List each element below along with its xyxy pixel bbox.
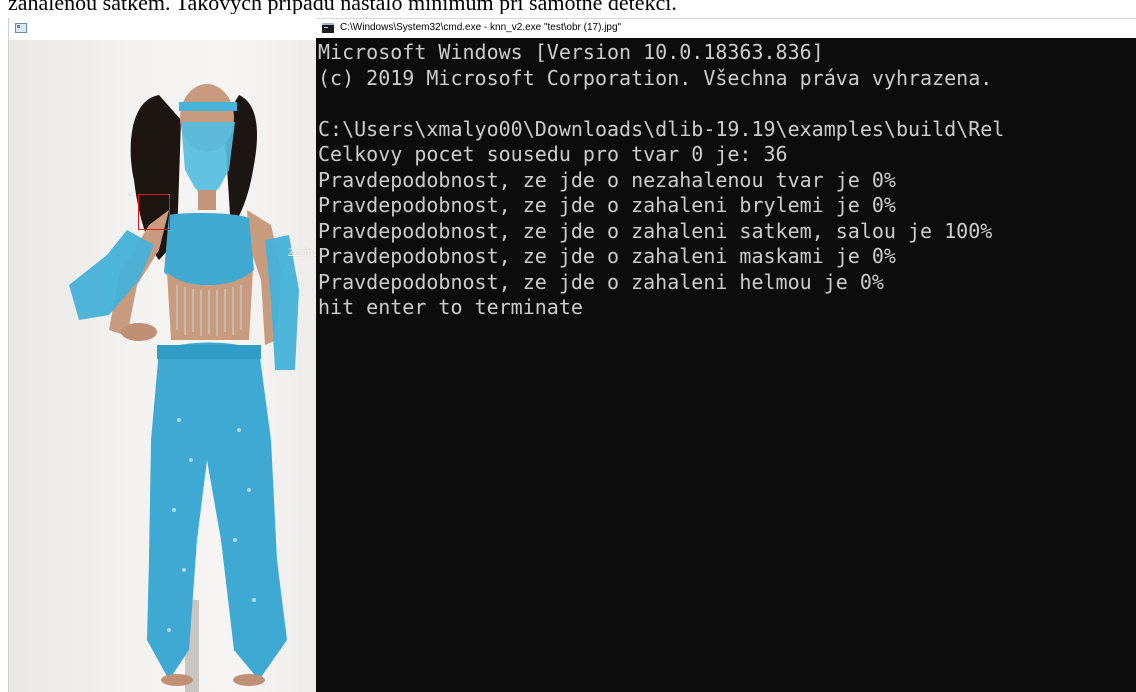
costume-top [164,213,254,286]
document-text-cutoff: zahalenou šátkem. Takových případů nasta… [8,0,677,14]
console-line: (c) 2019 Microsoft Corporation. Všechna … [318,65,993,90]
image-viewer-window[interactable]: Zarinas [8,18,317,692]
mannequin-photo [69,84,299,692]
headband [179,102,237,111]
console-output[interactable]: Microsoft Windows [Version 10.0.18363.83… [318,40,1136,692]
detection-image: Zarinas [9,40,317,692]
face-veil [181,122,235,200]
console-line: C:\Users\xmalyo00\Downloads\dlib-19.19\e… [318,116,1005,141]
console-line: Pravdepodobnost, ze jde o nezahalenou tv… [318,167,896,192]
console-line: Pravdepodobnost, ze jde o zahaleni satke… [318,218,993,243]
left-foot [161,674,193,686]
console-window[interactable]: C:\Windows\System32\cmd.exe - knn_v2.exe… [316,18,1136,692]
console-title: C:\Windows\System32\cmd.exe - knn_v2.exe… [340,22,622,33]
detection-box [138,194,170,230]
watermark-label: Zarinas [288,247,317,259]
console-line: Pravdepodobnost, ze jde o zahaleni maska… [318,244,896,268]
image-viewer-app-icon [15,23,27,33]
cmd-app-icon [322,23,334,33]
console-line: Microsoft Windows [Version 10.0.18363.83… [318,40,824,64]
console-line: hit enter to terminate [318,295,583,319]
console-line: Celkovy pocet sousedu pro tvar 0 je: 36 [318,142,788,166]
console-titlebar[interactable]: C:\Windows\System32\cmd.exe - knn_v2.exe… [316,18,1136,38]
neck [198,190,216,210]
waistband [157,345,261,359]
right-foot [233,674,265,686]
image-viewer-titlebar[interactable] [9,18,317,40]
console-line: Pravdepodobnost, ze jde o zahaleni bryle… [318,193,896,217]
console-line: Pravdepodobnost, ze jde o zahaleni helmo… [318,269,884,294]
left-hand [121,323,157,341]
